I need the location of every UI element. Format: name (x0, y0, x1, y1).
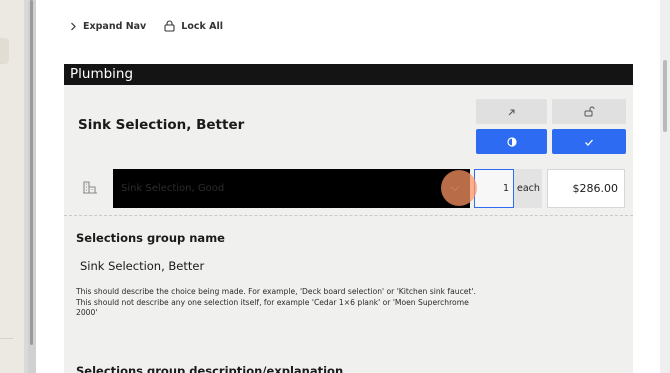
half-circle-icon (506, 132, 517, 151)
selection-dropdown-value: Sink Selection, Good (121, 183, 225, 194)
group-name-label: Selections group name (76, 231, 225, 245)
building-icon (82, 179, 98, 199)
group-name-help: This should describe the choice being ma… (76, 287, 476, 317)
check-icon (584, 132, 594, 151)
scrollbar[interactable] (660, 0, 670, 373)
left-panel (0, 0, 24, 373)
scrollbar-thumb[interactable] (663, 60, 667, 132)
unlock-icon (584, 102, 595, 121)
toggle-contrast-button[interactable] (476, 129, 547, 154)
top-nav: Expand Nav Lock All (70, 18, 241, 34)
item-title: Sink Selection, Better (78, 117, 245, 133)
selection-dropdown[interactable]: Sink Selection, Good (113, 169, 470, 208)
group-description-label: Selections group description/explanation (76, 364, 344, 373)
unit-label: each (517, 183, 540, 194)
chevron-right-icon (70, 22, 77, 31)
lock-icon (164, 20, 175, 32)
price-input[interactable]: $286.00 (547, 169, 625, 208)
left-panel-item[interactable] (0, 38, 9, 64)
quantity-input[interactable]: 1 (474, 169, 514, 208)
expand-nav-button[interactable]: Expand Nav (70, 21, 146, 32)
left-panel-divider (0, 338, 13, 339)
confirm-button[interactable] (552, 129, 626, 154)
expand-nav-label: Expand Nav (83, 20, 147, 32)
lock-all-label: Lock All (181, 20, 223, 32)
group-name-value[interactable]: Sink Selection, Better (80, 259, 204, 273)
quantity-group: 1 each (474, 169, 542, 208)
section-divider (64, 215, 633, 216)
open-external-button[interactable] (476, 99, 547, 124)
panel-resize-handle[interactable] (28, 0, 36, 373)
section-header: Plumbing (64, 64, 633, 85)
selection-card: Sink Selection, Better Sink Selection, G… (64, 85, 633, 373)
unlock-button[interactable] (552, 99, 626, 124)
lock-all-button[interactable]: Lock All (164, 20, 223, 32)
click-indicator (441, 170, 477, 206)
arrow-up-right-icon (507, 102, 516, 121)
main-content: Expand Nav Lock All Plumbing Sink Select… (36, 0, 660, 373)
